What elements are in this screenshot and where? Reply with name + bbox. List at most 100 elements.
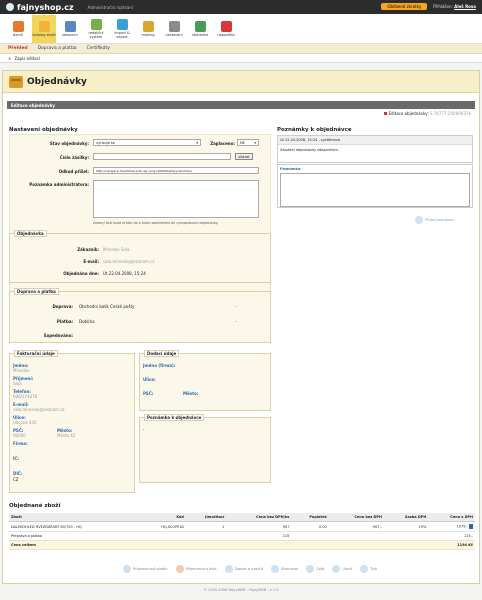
- note-textarea[interactable]: [280, 173, 470, 207]
- order-note-legend: Poznámka k objednávce: [144, 414, 205, 421]
- catalog-icon: [38, 21, 50, 32]
- table-row: Přeprava a platba 115 115,-: [9, 531, 475, 541]
- action-bar: Připomenout platbu Připomenout tiskt Zap…: [123, 565, 377, 573]
- cell: [139, 531, 186, 541]
- show-button[interactable]: ukázat: [235, 153, 253, 160]
- page-header: Objednávky: [3, 71, 479, 93]
- delivery-fieldset: Dodací údaje: [139, 350, 271, 411]
- col-price-ex-vat: Cena bez DPH: [328, 513, 384, 522]
- edit-reference: Editace objednávky: S 76777-2008/9/376: [3, 109, 479, 116]
- footer-copyright: © 2005-2008 FajnyWEB - FajnyWEB - v 1.5: [203, 588, 279, 592]
- total-value: 1194 Kč: [428, 540, 475, 550]
- lock-icon: [224, 565, 233, 573]
- customer-label: Zákazník:: [77, 247, 99, 252]
- subnav-shipping[interactable]: Doprava a platba: [38, 46, 77, 51]
- edit-log-strip: × Zápis editací: [0, 54, 482, 63]
- delivery-value: Obchodní balík České pošty: [79, 304, 135, 309]
- order-legend: Objednávka: [14, 230, 47, 237]
- col-code: Kód: [139, 513, 186, 522]
- total-row: Cena celkem 1194 Kč: [9, 540, 475, 550]
- logo-icon: [6, 3, 14, 11]
- toolbar-item-help[interactable]: nápověda: [214, 15, 238, 43]
- subnav-overview[interactable]: Přehled: [8, 46, 28, 51]
- toolbar-item-home[interactable]: domů: [6, 15, 30, 43]
- cell: 1: [185, 521, 227, 532]
- shortcuts-button[interactable]: Oblíbené zkratky: [381, 3, 428, 10]
- email-value[interactable]: sala.miroslav@seznam.cz: [103, 259, 155, 264]
- package-icon: [9, 75, 23, 88]
- status-select[interactable]: vyřizuje se ▾: [93, 139, 201, 146]
- notes-list: Út 22.04.2008, 15:24 - systémová Založen…: [277, 135, 473, 163]
- main-panel: Objednávky Editace objednávky Editace ob…: [2, 70, 480, 584]
- payment-dash: -: [235, 319, 237, 324]
- print-button[interactable]: Tisk: [360, 565, 377, 573]
- delivery-street-label: Ulice:: [143, 377, 156, 382]
- cell: 115,-: [428, 531, 475, 541]
- note-label: Poznámka:: [280, 167, 302, 171]
- referrer-label: Odkud přišel:: [58, 169, 89, 174]
- stats-icon: [194, 21, 206, 32]
- save-close-button[interactable]: Zapsat a uzavřít: [224, 565, 263, 573]
- billing-email-value: sala.miroslav@seznam.cz: [13, 407, 65, 412]
- delivery-dash: -: [235, 304, 237, 309]
- close-icon[interactable]: ×: [8, 56, 11, 61]
- toolbar-item-cms[interactable]: redakční systém: [84, 15, 108, 43]
- items-table: Zboží Kód Jimočítací Cena bez DPH/ks Pop…: [9, 513, 475, 550]
- paid-select[interactable]: NE ▾: [237, 139, 259, 146]
- printer-icon: [360, 565, 369, 573]
- billing-legend: Fakturační údaje: [14, 350, 58, 357]
- chevron-down-icon: ▾: [254, 140, 256, 145]
- col-qty: Jimočítací: [185, 513, 227, 522]
- print-icon: [175, 565, 184, 573]
- toolbar-item-catalog[interactable]: katalog zboží: [32, 15, 56, 43]
- add-note-button[interactable]: Přidat poznámku: [415, 216, 454, 224]
- admin-note-label: Poznámka administrátora:: [29, 182, 89, 187]
- help-icon: [220, 21, 232, 32]
- referrer-input[interactable]: http://navigace-handsfree-pda.nej-ceny.c…: [93, 167, 259, 174]
- delivery-zip-label: PSČ:: [143, 391, 154, 396]
- toolbar-item-customers[interactable]: zákazníci: [58, 15, 82, 43]
- cell: 0.00: [291, 521, 329, 532]
- order-date-label: Objednáno dne:: [63, 271, 99, 276]
- billing-street-value: Ulicová 435: [13, 420, 37, 425]
- save-button[interactable]: Uložit: [332, 565, 352, 573]
- toolbar-item-settings[interactable]: nastavení: [162, 15, 186, 43]
- admin-note-textarea[interactable]: [93, 180, 259, 218]
- col-price-inc-vat: Cena s DPH: [428, 513, 475, 522]
- bell-icon: [123, 565, 131, 573]
- edit-log-label[interactable]: Zápis editací: [14, 56, 40, 61]
- cancel-icon: [271, 565, 280, 573]
- trash-icon[interactable]: [469, 524, 473, 529]
- toolbar-item-stats[interactable]: statistika: [188, 15, 212, 43]
- cell: 115: [226, 531, 292, 541]
- logo[interactable]: fajnyshop.cz: [6, 3, 74, 12]
- cancel-order-button[interactable]: Stornovat: [271, 565, 298, 573]
- billing-dic-value: CZ: [13, 477, 19, 482]
- toolbar-item-import-export[interactable]: import & export: [110, 15, 134, 43]
- email-label: E-mail:: [83, 259, 99, 264]
- plus-icon: [415, 216, 423, 224]
- cell: HQ.SCOPE40: [139, 521, 186, 532]
- delivery-name-label: Jméno (firma):: [143, 363, 176, 368]
- chevron-down-icon: ▾: [196, 140, 198, 145]
- customer-value: Miroslav Sala: [103, 247, 130, 252]
- billing-city-value: Město 42: [57, 433, 76, 438]
- remind-print-button[interactable]: Připomenout tiskt: [175, 565, 217, 573]
- shipment-input[interactable]: [93, 153, 231, 160]
- customers-icon: [64, 21, 76, 32]
- cell: 907,-: [328, 521, 384, 532]
- remind-payment-button[interactable]: Připomenout platbu: [123, 565, 168, 573]
- col-fee: Poplatek: [291, 513, 329, 522]
- cell: 907: [226, 521, 292, 532]
- delivery-label: Doprava:: [52, 304, 73, 309]
- subnav-certificates[interactable]: Certifikáty: [87, 46, 110, 51]
- back-button[interactable]: Zpět: [306, 565, 324, 573]
- admin-note-hint: Zadaný text bude přidán do e-mailu odesí…: [93, 221, 219, 225]
- col-product: Zboží: [9, 513, 140, 522]
- save-icon: [332, 565, 341, 573]
- user-link[interactable]: Aleš Rosa: [454, 4, 476, 9]
- toolbar-item-mailing[interactable]: mailing: [136, 15, 160, 43]
- page-title: Objednávky: [27, 76, 87, 87]
- billing-company-label: Firma:: [13, 441, 28, 446]
- section-header: Editace objednávky: [7, 101, 475, 109]
